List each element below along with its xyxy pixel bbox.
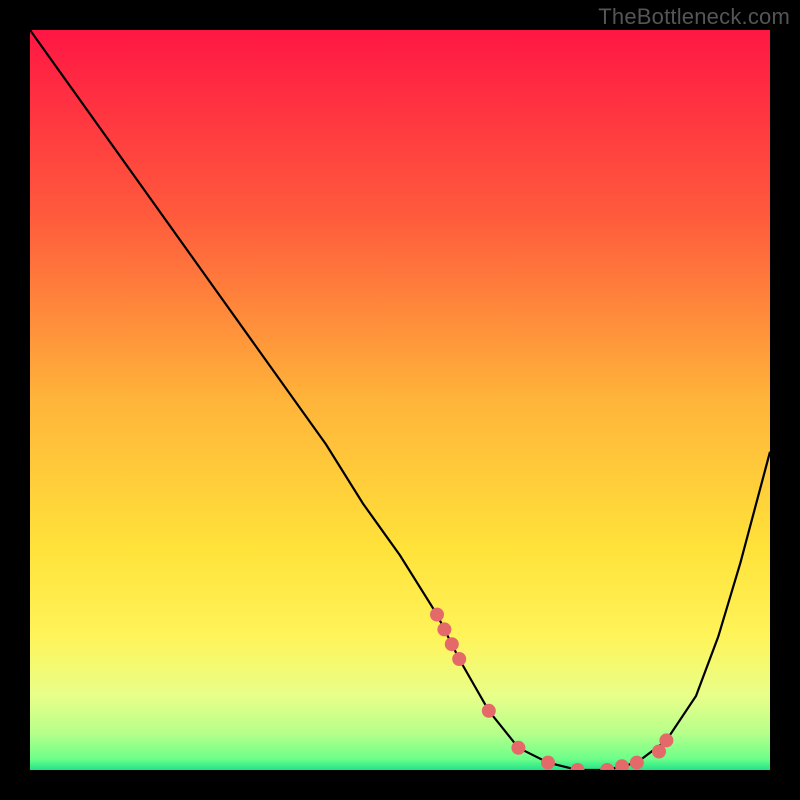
marker-dot <box>659 733 673 747</box>
bottleneck-curve <box>30 30 770 770</box>
marker-dot <box>437 622 451 636</box>
marker-dot <box>452 652 466 666</box>
marker-dot <box>615 759 629 770</box>
marker-dot <box>511 741 525 755</box>
chart-stage: TheBottleneck.com <box>0 0 800 800</box>
marker-dot <box>482 704 496 718</box>
marker-dot <box>541 756 555 770</box>
marker-dot <box>571 763 585 770</box>
marker-dot <box>445 637 459 651</box>
marker-dot <box>600 763 614 770</box>
marker-dot <box>630 756 644 770</box>
plot-area <box>30 30 770 770</box>
marker-dots <box>430 608 673 770</box>
curve-layer <box>30 30 770 770</box>
marker-dot <box>430 608 444 622</box>
watermark-text: TheBottleneck.com <box>598 4 790 30</box>
